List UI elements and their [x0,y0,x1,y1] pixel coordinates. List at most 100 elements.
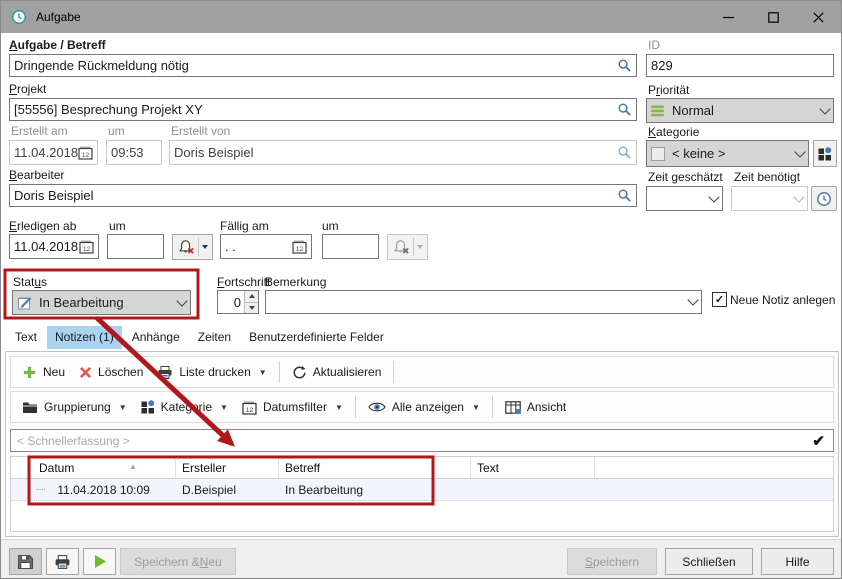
tab-benutzerdefinierte-felder[interactable]: Benutzerdefinierte Felder [241,326,392,349]
status-select[interactable]: In Bearbeitung [12,290,191,315]
search-icon[interactable] [617,102,632,117]
tab-anhaenge[interactable]: Anhänge [124,326,188,349]
column-header-text[interactable]: Text [471,457,595,478]
search-icon[interactable] [617,58,632,73]
chevron-down-icon[interactable]: ▼ [472,403,480,412]
save-icon-button[interactable] [9,548,42,575]
printer-icon [54,554,71,570]
id-value: 829 [651,58,673,73]
tab-text[interactable]: Text [7,326,45,349]
window-title: Aufgabe [36,10,81,24]
toolbar-separator [279,361,280,383]
plus-icon [22,365,37,380]
chevron-down-icon[interactable] [202,245,208,249]
time-estimated-combo[interactable] [646,186,723,211]
delete-note-label: Löschen [98,365,143,379]
due-date-field[interactable]: . . 12 [220,234,312,259]
table-row[interactable]: ···· 11.04.2018 10:09 D.Beispiel In Bear… [11,479,833,501]
progress-value: 0 [218,295,244,310]
start-reminder-button[interactable] [172,234,213,260]
row-expander-icon[interactable]: ···· [36,484,45,495]
due-time-field[interactable] [322,234,379,259]
created-by-value: Doris Beispiel [174,145,253,160]
help-button[interactable]: Hilfe [761,548,834,575]
category-squares-button[interactable] [813,140,837,167]
created-date-field: 11.04.2018 12 [9,140,98,165]
notes-panel: Neu Löschen Liste drucken ▼ Aktu [5,351,839,537]
subject-input[interactable]: Dringende Rückmeldung nötig [9,54,637,77]
chevron-down-icon[interactable]: ▼ [259,368,267,377]
show-all-button[interactable]: Alle anzeigen ▼ [361,395,487,419]
chevron-down-icon[interactable]: ▼ [335,403,343,412]
new-note-label: Neu [43,365,65,379]
grouping-label: Gruppierung [44,400,111,414]
project-input[interactable]: [55556] Besprechung Projekt XY [9,98,637,121]
start-icon-button[interactable] [83,548,116,575]
progress-spinner[interactable]: 0 [217,290,259,314]
priority-select[interactable]: Normal [646,98,834,123]
close-button[interactable]: Schließen [665,548,753,575]
chevron-down-icon [417,245,423,249]
category-label: Kategorie [648,125,699,139]
spin-down-icon[interactable] [245,302,258,314]
play-icon [93,554,107,569]
tab-zeiten[interactable]: Zeiten [190,326,239,349]
spin-up-icon[interactable] [245,291,258,302]
id-input[interactable]: 829 [646,54,834,77]
minimize-icon[interactable] [706,1,751,33]
column-header-betreff[interactable]: Betreff [279,457,471,478]
column-header-ersteller[interactable]: Ersteller [176,457,279,478]
button-divider [198,238,199,256]
priority-value: Normal [672,103,714,118]
assignee-value: Doris Beispiel [14,188,93,203]
cell-datum: ···· 11.04.2018 10:09 [11,479,176,500]
svg-text:12: 12 [296,246,304,253]
assignee-input[interactable]: Doris Beispiel [9,184,637,207]
start-date-field[interactable]: 11.04.2018 12 [9,234,99,259]
date-filter-button[interactable]: 12 Datumsfilter ▼ [235,395,350,419]
note-pencil-icon [17,295,33,311]
remark-combo[interactable] [265,290,702,314]
date-filter-label: Datumsfilter [263,400,327,414]
new-note-checkbox[interactable]: ✓ [712,292,727,307]
confirm-check-icon[interactable]: ✔ [812,432,825,450]
close-icon[interactable] [796,1,841,33]
alarm-bell-remove-icon [178,239,195,255]
calendar-icon[interactable]: 12 [79,239,94,254]
created-by-field: Doris Beispiel [169,140,637,165]
project-label: Projekt [9,82,46,96]
category-color-checkbox [651,147,665,161]
delete-note-button[interactable]: Löschen [72,360,150,384]
start-date-label: Erledigen ab [9,219,76,233]
print-icon-button[interactable] [46,548,79,575]
calendar-icon: 12 [78,145,93,160]
column-header-filler [595,457,833,478]
category-select[interactable]: < keine > [646,140,809,167]
tab-notizen[interactable]: Notizen (1) [47,326,122,349]
search-icon[interactable] [617,188,632,203]
category-filter-button[interactable]: Kategorie ▼ [134,395,235,419]
quick-entry-input[interactable] [11,434,812,448]
title-bar[interactable]: Aufgabe [1,1,841,33]
calendar-icon[interactable]: 12 [292,239,307,254]
table-header-row: Datum ▲ Ersteller Betreff Text [11,457,833,479]
chevron-down-icon[interactable]: ▼ [119,403,127,412]
search-icon [617,145,632,160]
maximize-icon[interactable] [751,1,796,33]
floppy-disk-icon [17,554,34,570]
view-button[interactable]: Ansicht [498,395,573,419]
refresh-button[interactable]: Aktualisieren [285,360,389,384]
svg-text:12: 12 [82,152,90,159]
sort-ascending-icon[interactable]: ▲ [129,462,137,471]
column-header-datum[interactable]: Datum ▲ [11,457,176,478]
print-list-button[interactable]: Liste drucken ▼ [150,360,273,384]
table-grid-icon [505,401,521,414]
time-clock-button[interactable] [811,186,837,211]
svg-text:12: 12 [246,406,254,413]
start-time-field[interactable] [107,234,164,259]
new-note-button[interactable]: Neu [15,360,72,384]
grouping-button[interactable]: Gruppierung ▼ [15,395,134,419]
new-note-label[interactable]: Neue Notiz anlegen [730,293,835,307]
chevron-down-icon [176,295,187,306]
chevron-down-icon[interactable]: ▼ [220,403,228,412]
